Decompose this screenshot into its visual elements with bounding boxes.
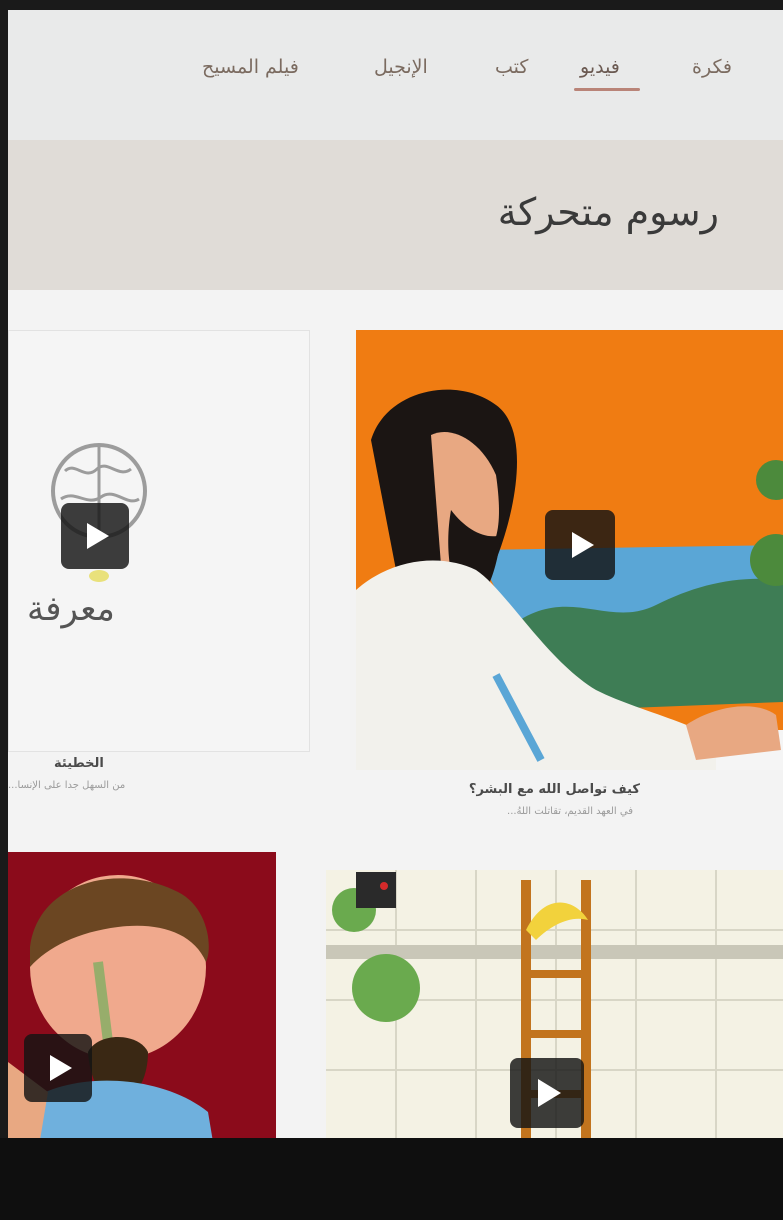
brain-logo-icon: [51, 443, 147, 582]
category-banner: رسوم متحركة: [8, 140, 783, 290]
video-card-thumbnail[interactable]: [8, 852, 276, 1172]
logo-text: معرفة: [27, 589, 115, 629]
screen: فكرة فيديو كتب الإنجيل فيلم المسيح رسوم …: [8, 10, 783, 1190]
play-icon: [538, 1079, 561, 1107]
video-grid: كيف تواصل الله مع البشر؟ في العهد القديم…: [8, 290, 783, 1190]
play-button[interactable]: [24, 1034, 92, 1102]
video-card-thumbnail[interactable]: معرفة: [8, 330, 310, 752]
play-button[interactable]: [510, 1058, 584, 1128]
active-tab-indicator: [574, 88, 640, 91]
video-card-thumbnail[interactable]: [356, 330, 783, 770]
video-title[interactable]: الخطيئة: [54, 756, 104, 771]
nav-item-books[interactable]: كتب: [495, 56, 528, 78]
video-subtitle: من السهل جدا على الإنسا...: [8, 780, 126, 791]
play-button[interactable]: [545, 510, 615, 580]
man-illustration: [8, 852, 276, 1172]
nav-item-idea[interactable]: فكرة: [692, 56, 732, 78]
play-icon: [87, 523, 109, 549]
play-icon: [572, 532, 594, 558]
monitor-bezel: [0, 1138, 783, 1220]
nav-item-gospel[interactable]: الإنجيل: [374, 56, 428, 78]
nav-item-jesus-film[interactable]: فيلم المسيح: [202, 56, 299, 78]
video-subtitle: في العهد القديم، تقاتلت اللهُ...: [507, 806, 633, 817]
video-title[interactable]: كيف تواصل الله مع البشر؟: [469, 782, 640, 797]
play-icon: [50, 1055, 72, 1081]
nav-item-video[interactable]: فيديو: [580, 56, 620, 78]
page-title: رسوم متحركة: [497, 190, 719, 234]
play-button[interactable]: [61, 503, 129, 569]
top-nav: فكرة فيديو كتب الإنجيل فيلم المسيح: [8, 10, 783, 140]
